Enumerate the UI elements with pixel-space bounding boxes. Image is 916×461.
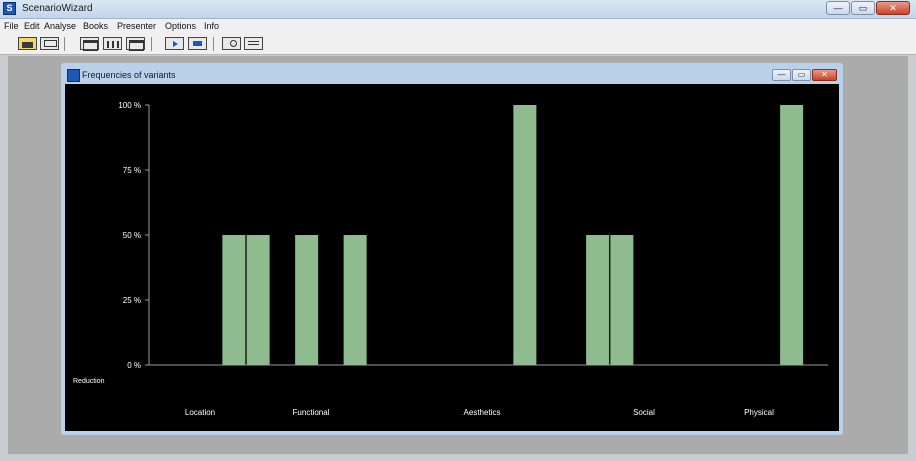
chart-window-icon [67,69,80,82]
search-icon[interactable] [222,37,241,50]
open-icon[interactable] [18,37,37,50]
chart-minimize-button[interactable]: — [772,69,791,81]
group-label: Aesthetics [464,408,501,417]
chart-window-controls: — ▭ ✕ [772,69,837,81]
chart-plot-area: 0 % 25 % 50 % 75 % 100 % Reduction Location Fun… [65,84,839,431]
text-icon[interactable] [188,37,207,50]
menu-edit[interactable]: Edit [24,21,40,31]
minimize-button[interactable]: — [826,1,850,15]
bar [513,105,537,365]
list-icon[interactable] [244,37,263,50]
group-label: Location [185,408,215,417]
chart-maximize-button[interactable]: ▭ [792,69,811,81]
menu-file[interactable]: File [4,21,19,31]
y-tick-label: 50 % [123,231,141,240]
menu-info[interactable]: Info [204,21,219,31]
bar [610,235,634,365]
chart-window-titlebar: Frequencies of variants — ▭ ✕ [65,67,839,84]
group-label: Social [633,408,655,417]
columns-icon[interactable] [103,37,122,50]
y-tick-label: 25 % [123,296,141,305]
maximize-button[interactable]: ▭ [851,1,875,15]
app-titlebar: S ScenarioWizard — ▭ ✕ [0,0,916,19]
menu-books[interactable]: Books [83,21,108,31]
chart-window-title: Frequencies of variants [82,70,176,80]
app-logo-icon: S [3,2,16,15]
group-label: Physical [744,408,774,417]
close-button[interactable]: ✕ [876,1,910,15]
bar [343,235,367,365]
toolbar [0,34,916,55]
menu-options[interactable]: Options [165,21,196,31]
window-controls: — ▭ ✕ [826,1,910,15]
category-tick-label: Reduction [73,378,105,385]
bar [780,105,804,365]
bar-chart: 0 % 25 % 50 % 75 % 100 % Reduction Location Fun… [73,101,828,417]
bar [222,235,246,365]
menu-bar: File Edit Analyse Books Presenter Option… [0,19,916,34]
menu-presenter[interactable]: Presenter [117,21,156,31]
app-title: ScenarioWizard [22,3,93,14]
chart-window: Frequencies of variants — ▭ ✕ 0 % 25 % 50 … [61,63,843,435]
y-tick-label: 75 % [123,166,141,175]
table-icon[interactable] [80,37,99,51]
bar [246,235,270,365]
bar [295,235,319,365]
grid-icon[interactable] [126,37,145,51]
save-icon[interactable] [40,37,59,50]
menu-analyse[interactable]: Analyse [44,21,76,31]
bar [586,235,610,365]
y-tick-label: 100 % [118,101,141,110]
chart-close-button[interactable]: ✕ [812,69,837,81]
group-label: Functional [293,408,330,417]
play-icon[interactable] [165,37,184,50]
y-tick-label: 0 % [127,361,141,370]
